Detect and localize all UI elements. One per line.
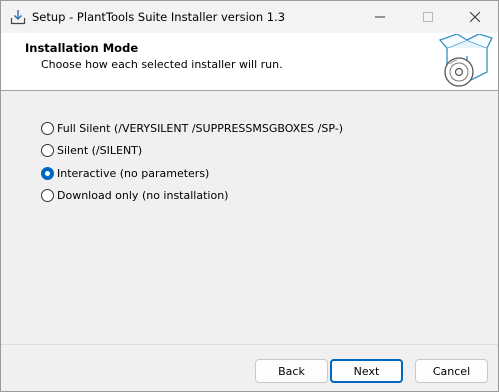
footer-divider bbox=[1, 344, 498, 345]
minimize-button[interactable] bbox=[357, 1, 403, 33]
option-interactive[interactable]: Interactive (no parameters) bbox=[41, 162, 343, 185]
option-full-silent[interactable]: Full Silent (/VERYSILENT /SUPPRESSMSGBOX… bbox=[41, 117, 343, 140]
title-bar[interactable]: Setup - PlantTools Suite Installer versi… bbox=[1, 1, 498, 33]
minimize-icon bbox=[375, 16, 385, 18]
close-button[interactable] bbox=[452, 1, 498, 33]
cancel-button[interactable]: Cancel bbox=[415, 359, 488, 383]
wizard-header: Installation Mode Choose how each select… bbox=[1, 33, 498, 91]
back-button[interactable]: Back bbox=[255, 359, 328, 383]
option-label: Download only (no installation) bbox=[57, 189, 229, 203]
download-tray-icon bbox=[10, 9, 26, 25]
page-subtitle: Choose how each selected installer will … bbox=[41, 58, 283, 71]
option-label: Silent (/SILENT) bbox=[57, 144, 143, 158]
close-icon bbox=[470, 12, 480, 22]
install-mode-options: Full Silent (/VERYSILENT /SUPPRESSMSGBOX… bbox=[41, 117, 343, 207]
maximize-button[interactable] bbox=[405, 1, 451, 33]
next-button[interactable]: Next bbox=[330, 359, 403, 383]
maximize-icon bbox=[423, 12, 433, 22]
option-download-only[interactable]: Download only (no installation) bbox=[41, 185, 343, 208]
installer-window: Setup - PlantTools Suite Installer versi… bbox=[0, 0, 499, 392]
radio-download-only[interactable] bbox=[41, 189, 54, 203]
window-title: Setup - PlantTools Suite Installer versi… bbox=[32, 10, 286, 24]
radio-silent[interactable] bbox=[41, 144, 54, 158]
radio-interactive[interactable] bbox=[41, 166, 54, 180]
page-title: Installation Mode bbox=[25, 41, 139, 55]
option-silent[interactable]: Silent (/SILENT) bbox=[41, 140, 343, 163]
option-label: Full Silent (/VERYSILENT /SUPPRESSMSGBOX… bbox=[57, 121, 344, 135]
radio-full-silent[interactable] bbox=[41, 121, 54, 135]
option-label: Interactive (no parameters) bbox=[57, 166, 210, 180]
package-disc-icon bbox=[437, 33, 493, 88]
